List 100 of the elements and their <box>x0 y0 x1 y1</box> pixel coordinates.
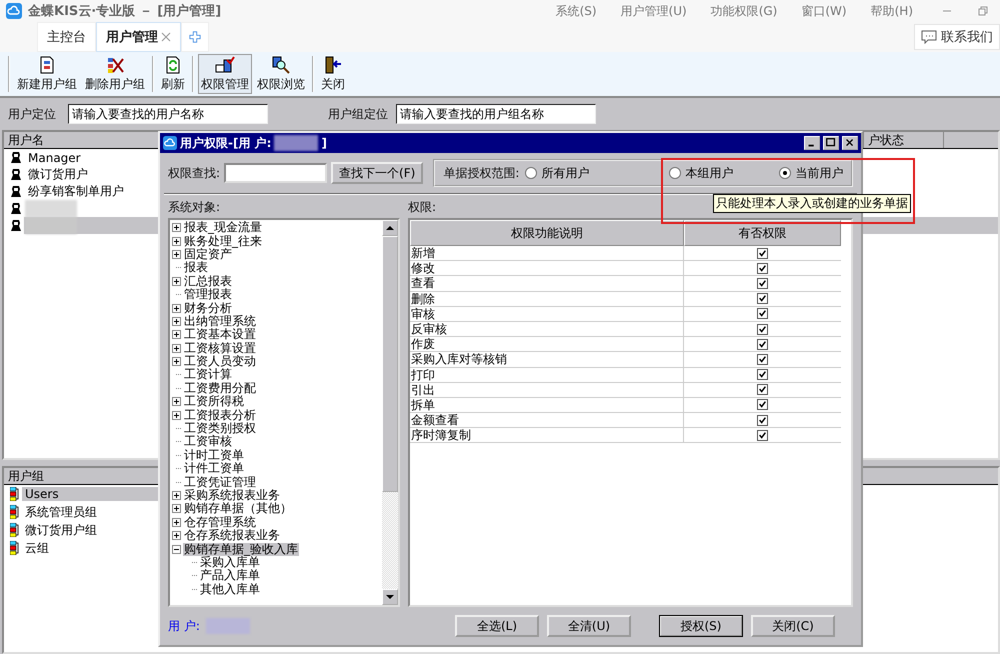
scroll-up-icon[interactable] <box>382 220 398 236</box>
list-item[interactable]: 微订货用户 <box>25 166 91 183</box>
toolbar-button[interactable]: 删除用户组 <box>82 54 148 94</box>
tree-item[interactable]: 购销存单据（其他） <box>183 502 293 516</box>
dialog-button[interactable]: 授权(S) <box>659 615 743 637</box>
checkbox[interactable] <box>757 293 768 304</box>
tree-item[interactable]: 计件工资单 <box>183 462 245 476</box>
tree-item[interactable]: 工资基本设置 <box>183 328 257 342</box>
expand-icon[interactable] <box>172 330 181 340</box>
search-field[interactable]: 请输入要查找的用户名称 <box>68 104 268 124</box>
tree-item[interactable]: 账务处理_往来 <box>183 234 263 248</box>
tree-item[interactable]: 计时工资单 <box>183 448 245 462</box>
tree-item[interactable]: 财务分析 <box>183 302 233 315</box>
column-header[interactable]: 权限功能说明 <box>410 220 684 246</box>
tree-item[interactable]: 出纳管理系统 <box>183 314 257 328</box>
expand-icon[interactable] <box>172 491 181 500</box>
checkbox[interactable] <box>757 430 768 441</box>
list-item[interactable]: Manager <box>25 150 84 164</box>
expand-icon[interactable] <box>172 304 181 313</box>
scrollbar[interactable] <box>382 220 398 605</box>
menu-item[interactable]: 功能权限(G) <box>710 2 778 20</box>
dialog-button[interactable]: 全清(U) <box>547 615 631 637</box>
expand-icon[interactable] <box>172 316 181 326</box>
radio-icon[interactable] <box>779 167 792 179</box>
toolbar-button[interactable]: 关闭 <box>318 54 348 94</box>
toolbar-button[interactable]: 权限管理 <box>198 54 252 94</box>
list-item[interactable]: 纷享销客制单用户 <box>25 183 127 200</box>
contact-button[interactable]: 联系我们 <box>914 24 1000 50</box>
menu-item[interactable]: 窗口(W) <box>801 2 847 20</box>
tab[interactable]: 主控台 <box>37 22 96 52</box>
expand-icon[interactable] <box>172 397 181 406</box>
search-field[interactable]: 请输入要查找的用户组名称 <box>396 104 596 124</box>
tree-item[interactable]: 购销存单据_验收入库 <box>183 542 299 556</box>
checkbox[interactable] <box>757 248 768 259</box>
dialog-button[interactable]: 全选(L) <box>455 615 539 637</box>
tree-item[interactable]: 仓存系统报表业务 <box>183 529 281 542</box>
list-item[interactable]: 云组 <box>22 540 52 556</box>
expand-icon[interactable] <box>172 531 181 540</box>
tree-item[interactable]: 工资报表分析 <box>183 408 257 422</box>
checkbox[interactable] <box>757 369 768 380</box>
tree-item[interactable]: 报表_现金流量 <box>183 221 263 234</box>
expand-icon[interactable] <box>172 518 181 527</box>
scroll-down-icon[interactable] <box>382 589 398 605</box>
tree-item[interactable]: 工资审核 <box>183 435 233 448</box>
list-item[interactable]: 系统管理员组 <box>22 504 100 520</box>
search-field[interactable] <box>224 163 328 183</box>
expand-icon[interactable] <box>172 344 181 353</box>
radio-option[interactable]: 所有用户 <box>525 164 590 182</box>
radio-option[interactable]: 本组用户 <box>669 164 734 182</box>
toolbar-button[interactable]: 新建用户组 <box>14 54 80 94</box>
scroll-thumb[interactable] <box>382 236 398 492</box>
expand-icon[interactable] <box>172 357 181 366</box>
tree-item[interactable]: 报表 <box>183 261 209 274</box>
tree-item[interactable]: 工资所得税 <box>183 395 245 408</box>
checkbox[interactable] <box>757 338 768 350</box>
radio-option[interactable]: 当前用户 <box>779 164 844 182</box>
tree-item[interactable]: 工资类别授权 <box>183 422 257 436</box>
tree-item[interactable]: 工资人员变动 <box>183 355 257 368</box>
checkbox[interactable] <box>757 384 768 396</box>
maximize-icon[interactable] <box>823 136 839 150</box>
menu-item[interactable]: 系统(S) <box>556 2 597 20</box>
expand-icon[interactable] <box>172 504 181 514</box>
expand-icon[interactable] <box>172 223 181 232</box>
menu-item[interactable]: 用户管理(U) <box>620 2 687 20</box>
checkbox[interactable] <box>757 278 768 289</box>
tree-item[interactable]: 管理报表 <box>183 288 233 302</box>
tree-item[interactable]: 产品入库单 <box>199 569 261 582</box>
add-tab-icon[interactable] <box>181 22 209 52</box>
tree-item[interactable]: 工资核算设置 <box>183 342 257 355</box>
expand-icon[interactable] <box>172 410 181 420</box>
collapse-icon[interactable] <box>172 544 181 554</box>
radio-icon[interactable] <box>669 167 682 179</box>
menu-item[interactable]: 帮助(H) <box>870 2 913 20</box>
tree-item[interactable]: 固定资产 <box>183 248 233 261</box>
minimize-icon[interactable] <box>804 136 820 150</box>
expand-icon[interactable] <box>172 250 181 259</box>
tree-item[interactable]: 仓存管理系统 <box>183 516 257 529</box>
tree-item[interactable]: 汇总报表 <box>183 274 233 288</box>
tree-item[interactable]: 工资费用分配 <box>183 382 257 395</box>
tree-item[interactable]: 采购系统报表业务 <box>183 489 281 502</box>
toolbar-button[interactable]: 权限浏览 <box>254 54 308 94</box>
checkbox[interactable] <box>757 414 768 426</box>
tree-item[interactable]: 其他入库单 <box>199 582 261 596</box>
radio-icon[interactable] <box>525 167 538 179</box>
column-header[interactable]: 户状态 <box>864 132 944 148</box>
tree-item[interactable]: 工资凭证管理 <box>183 476 257 489</box>
tree-item[interactable]: 工资计算 <box>183 368 233 382</box>
find-next-button[interactable]: 查找下一个(F) <box>331 162 424 184</box>
expand-icon[interactable] <box>172 236 181 246</box>
column-header[interactable]: 有否权限 <box>684 220 841 246</box>
checkbox[interactable] <box>757 324 768 335</box>
expand-icon[interactable] <box>172 276 181 286</box>
checkbox[interactable] <box>757 354 768 365</box>
checkbox[interactable] <box>757 262 768 274</box>
list-item[interactable]: 微订货用户组 <box>22 522 100 538</box>
tab[interactable]: 用户管理 <box>96 22 181 52</box>
toolbar-button[interactable]: 刷新 <box>158 54 188 94</box>
dialog-button[interactable]: 关闭(C) <box>751 615 835 637</box>
checkbox[interactable] <box>757 308 768 320</box>
checkbox[interactable] <box>757 399 768 410</box>
